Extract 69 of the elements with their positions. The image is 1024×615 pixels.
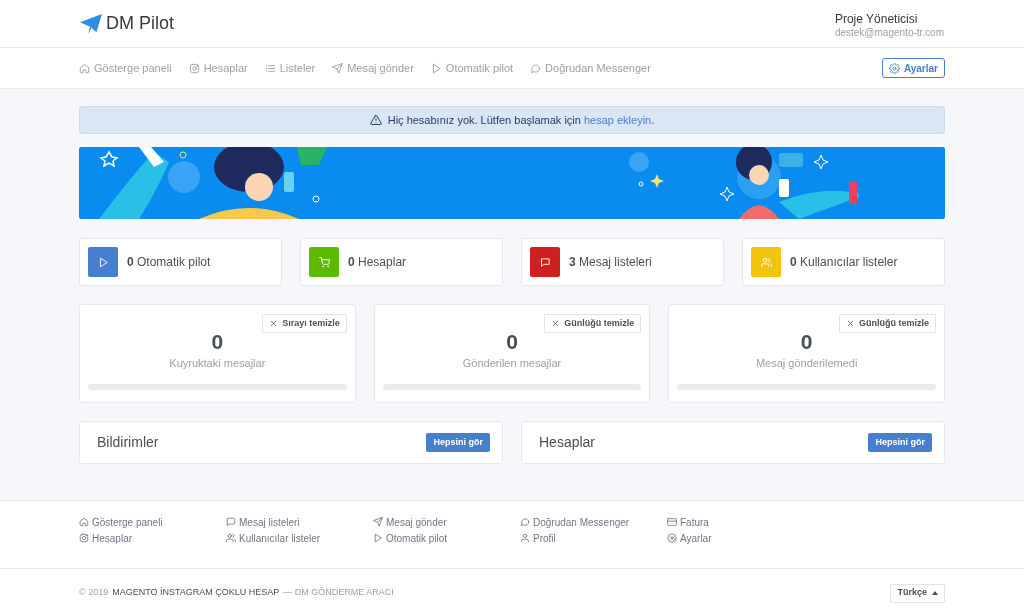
chat-bubble-icon [226, 517, 236, 527]
settings-icon [667, 533, 677, 543]
close-icon [551, 319, 561, 328]
app-logo[interactable]: DM Pilot [106, 10, 174, 37]
view-all-button[interactable]: Hepsini gör [868, 433, 932, 452]
panel-title: Hesaplar [539, 433, 596, 452]
nav-link[interactable]: Mesaj gönder [332, 59, 414, 77]
clear-button[interactable]: Sırayı temizle [262, 314, 347, 333]
footer-link[interactable]: Otomatik pilot [373, 531, 520, 545]
play-icon [430, 62, 442, 74]
camera-icon [188, 62, 200, 74]
nav-link[interactable]: Otomatik pilot [430, 59, 514, 77]
counter-value: 0 [506, 330, 518, 354]
language-dropdown[interactable]: Türkçe [890, 583, 945, 603]
home-icon [79, 62, 90, 74]
clear-button[interactable]: Günlüğü temizle [544, 314, 642, 333]
paper-plane-logo-icon [80, 13, 102, 34]
home-icon [79, 517, 89, 527]
paper-plane-icon [373, 517, 383, 527]
panel-title: Bildirimler [97, 433, 159, 452]
warning-icon [369, 114, 382, 126]
close-icon [269, 319, 279, 328]
counter-label: Gönderilen mesajlar [462, 356, 562, 371]
play-icon [97, 256, 109, 268]
chat-bubble-icon [530, 62, 542, 74]
settings-button[interactable]: Ayarlar [881, 58, 945, 78]
footer-link[interactable]: Mesaj gönder [373, 515, 520, 529]
stat-text: 0 Kullanıcılar listeler [790, 254, 898, 271]
user-email: destek@magento-tr.com [834, 26, 944, 40]
close-icon [845, 319, 855, 328]
copyright-year: © 2019 [79, 586, 109, 600]
footer-link[interactable]: Fatura [667, 515, 814, 529]
counter-value: 0 [211, 330, 224, 354]
caret-icon [932, 591, 938, 595]
nav-link[interactable]: Gösterge paneli [79, 59, 172, 77]
nav-link[interactable]: Hesaplar [188, 59, 248, 77]
chat-bubble-icon [520, 517, 530, 527]
paper-plane-icon [332, 62, 344, 74]
play-icon [373, 533, 383, 543]
user-icon [520, 533, 530, 543]
footer-link[interactable]: Ayarlar [667, 531, 814, 545]
credit-card-icon [667, 517, 677, 527]
view-all-button[interactable]: Hepsini gör [426, 433, 490, 452]
brand-link[interactable]: MAGENTO İNSTAGRAM ÇOKLU HESAP [112, 586, 280, 600]
footer-link[interactable]: Hesaplar [79, 531, 226, 545]
stat-text: 3 Mesaj listeleri [569, 254, 652, 271]
footer-link[interactable]: Gösterge paneli [79, 515, 226, 529]
users-icon [226, 533, 236, 543]
list-icon [264, 62, 276, 74]
nav-link[interactable]: Doğrudan Messenger [530, 59, 651, 77]
nav-link[interactable]: Listeler [264, 59, 316, 77]
message-icon [539, 256, 551, 268]
camera-icon [79, 533, 89, 543]
stat-text: 0 Hesaplar [348, 254, 407, 271]
footer-link[interactable]: Profil [520, 531, 667, 545]
clear-button[interactable]: Günlüğü temizle [838, 314, 936, 333]
users-icon [760, 256, 772, 268]
footer-link[interactable]: Mesaj listeleri [226, 515, 373, 529]
footer-link[interactable]: Doğrudan Messenger [520, 515, 667, 529]
settings-icon [888, 62, 900, 74]
copyright-tagline: — DM GÖNDERME ARACI [283, 586, 394, 600]
counter-value: 0 [800, 330, 813, 354]
counter-label: Mesaj gönderilemedi [755, 356, 858, 371]
alert-message: Hiç hesabınız yok. Lütfen başlamak için hesap ekleyin. [387, 112, 655, 128]
cart-icon [318, 256, 330, 268]
user-name: Proje Yöneticisi [834, 11, 918, 27]
footer-link[interactable]: Kullanıcılar listeler [226, 531, 373, 545]
counter-label: Kuyruktaki mesajlar [169, 356, 266, 371]
stat-text: 0 Otomatik pilot [127, 254, 211, 271]
